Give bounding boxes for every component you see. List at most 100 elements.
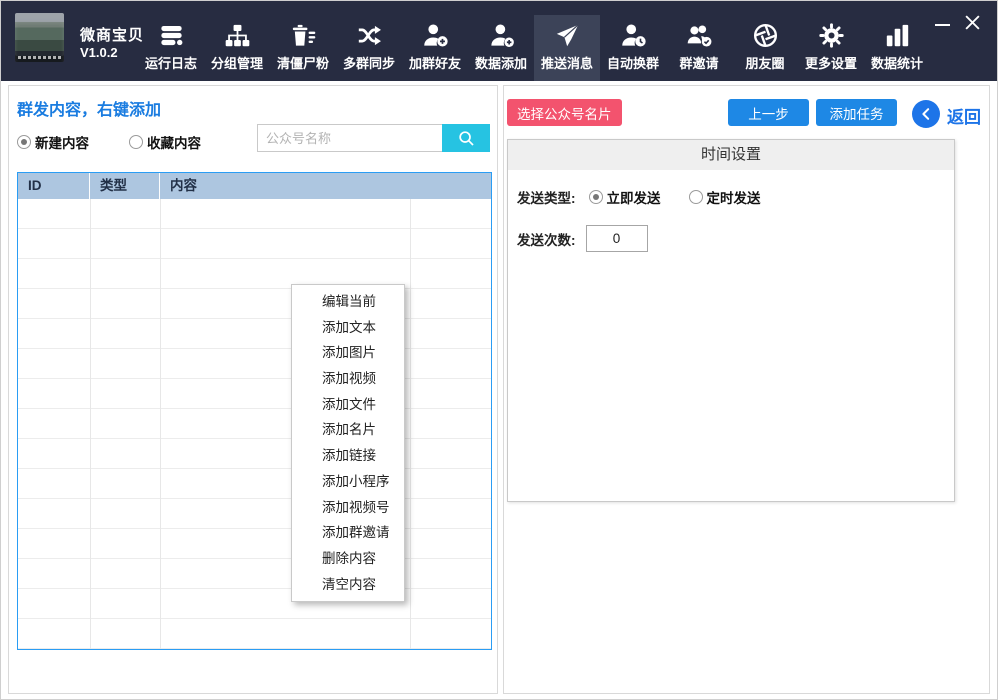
nav-item-add-group-friends[interactable]: 加群好友	[402, 15, 468, 81]
people-check-icon	[686, 22, 713, 49]
radio-send-immediately[interactable]: 立即发送	[589, 187, 661, 207]
app-version: V1.0.2	[80, 45, 118, 60]
table-row	[18, 619, 491, 649]
send-type-row: 发送类型: 立即发送 定时发送	[517, 187, 761, 207]
send-count-label: 发送次数:	[517, 229, 576, 249]
menu-item-add-channels[interactable]: 添加视频号	[292, 495, 404, 521]
menu-item-add-card[interactable]: 添加名片	[292, 417, 404, 443]
nav-label: 推送消息	[541, 53, 593, 72]
radio-icon	[589, 190, 603, 204]
column-divider	[90, 199, 91, 649]
sitemap-icon	[224, 22, 251, 49]
send-count-row: 发送次数:	[517, 225, 648, 252]
nav-label: 加群好友	[409, 53, 461, 72]
table-row	[18, 379, 491, 409]
table-row	[18, 259, 491, 289]
window-controls	[927, 9, 987, 35]
menu-item-add-text[interactable]: 添加文本	[292, 315, 404, 341]
gear-icon	[818, 22, 845, 49]
column-header-content: 内容	[160, 173, 491, 199]
table-row	[18, 469, 491, 499]
nav-item-data-add[interactable]: 数据添加	[468, 15, 534, 81]
table-row	[18, 559, 491, 589]
column-header-id: ID	[18, 173, 90, 199]
column-divider	[410, 199, 411, 649]
table-row	[18, 199, 491, 229]
nav-label: 运行日志	[145, 53, 197, 72]
select-official-account-card-button[interactable]: 选择公众号名片	[507, 99, 622, 126]
nav-item-data-stats[interactable]: 数据统计	[864, 15, 930, 81]
content-table[interactable]: ID 类型 内容	[17, 172, 492, 650]
menu-item-add-group-invite[interactable]: 添加群邀请	[292, 520, 404, 546]
nav-item-group-manage[interactable]: 分组管理	[204, 15, 270, 81]
nav-item-multi-sync[interactable]: 多群同步	[336, 15, 402, 81]
paper-plane-icon	[554, 22, 581, 49]
close-icon	[964, 14, 981, 31]
nav-label: 自动换群	[607, 53, 659, 72]
radio-label: 立即发送	[607, 187, 661, 207]
menu-item-add-miniprogram[interactable]: 添加小程序	[292, 469, 404, 495]
context-menu: 编辑当前 添加文本 添加图片 添加视频 添加文件 添加名片 添加链接 添加小程序…	[291, 284, 405, 602]
table-row	[18, 439, 491, 469]
back-label[interactable]: 返回	[947, 103, 981, 128]
time-settings-panel: 时间设置 发送类型: 立即发送 定时发送 发送次数:	[507, 139, 955, 502]
nav-item-push-message[interactable]: 推送消息	[534, 15, 600, 81]
table-row	[18, 289, 491, 319]
table-row	[18, 409, 491, 439]
panel-title: 群发内容，右键添加	[17, 96, 161, 120]
menu-item-edit-current[interactable]: 编辑当前	[292, 289, 404, 315]
send-count-input[interactable]	[586, 225, 648, 252]
nav-item-moments[interactable]: 朋友圈	[732, 15, 798, 81]
radio-favorite-content[interactable]: 收藏内容	[129, 132, 201, 152]
log-icon	[158, 22, 185, 49]
person-add-icon	[422, 22, 449, 49]
table-body	[18, 199, 491, 649]
person-add-icon	[488, 22, 515, 49]
menu-item-clear-content[interactable]: 清空内容	[292, 572, 404, 598]
radio-label: 新建内容	[35, 132, 89, 152]
app-logo	[15, 13, 64, 62]
time-settings-title: 时间设置	[508, 140, 954, 170]
menu-item-add-image[interactable]: 添加图片	[292, 340, 404, 366]
app-title: 微商宝贝	[80, 24, 144, 45]
add-task-button[interactable]: 添加任务	[816, 99, 897, 126]
nav-item-auto-switch-group[interactable]: 自动换群	[600, 15, 666, 81]
task-settings-panel: 选择公众号名片 上一步 添加任务 返回 时间设置 发送类型: 立即发送 定时发送…	[503, 85, 990, 694]
content-source-radios: 新建内容 收藏内容	[17, 132, 201, 152]
table-row	[18, 529, 491, 559]
close-button[interactable]	[957, 9, 987, 35]
person-clock-icon	[620, 22, 647, 49]
titlebar: 微商宝贝 V1.0.2 运行日志 分组管理 清僵尸粉	[1, 1, 997, 81]
table-row	[18, 349, 491, 379]
table-row	[18, 319, 491, 349]
nav-label: 多群同步	[343, 53, 395, 72]
radio-send-scheduled[interactable]: 定时发送	[689, 187, 761, 207]
main-nav: 运行日志 分组管理 清僵尸粉 多群同步	[138, 15, 930, 81]
menu-item-add-link[interactable]: 添加链接	[292, 443, 404, 469]
app-window: 微商宝贝 V1.0.2 运行日志 分组管理 清僵尸粉	[0, 0, 998, 700]
minimize-icon	[935, 24, 950, 26]
minimize-button[interactable]	[927, 9, 957, 35]
nav-item-group-invite[interactable]: 群邀请	[666, 15, 732, 81]
nav-item-run-log[interactable]: 运行日志	[138, 15, 204, 81]
nav-label: 数据添加	[475, 53, 527, 72]
previous-step-button[interactable]: 上一步	[728, 99, 809, 126]
search-button[interactable]	[442, 124, 490, 152]
table-header: ID 类型 内容	[18, 173, 491, 199]
nav-item-more-settings[interactable]: 更多设置	[798, 15, 864, 81]
menu-item-add-file[interactable]: 添加文件	[292, 392, 404, 418]
nav-item-clean-zombie[interactable]: 清僵尸粉	[270, 15, 336, 81]
menu-item-delete-content[interactable]: 删除内容	[292, 546, 404, 572]
radio-new-content[interactable]: 新建内容	[17, 132, 89, 152]
search-input[interactable]	[257, 124, 442, 152]
trash-icon	[290, 22, 317, 49]
radio-icon	[129, 135, 143, 149]
radio-label: 定时发送	[707, 187, 761, 207]
nav-label: 群邀请	[679, 53, 718, 72]
column-header-type: 类型	[90, 173, 160, 199]
radio-icon	[689, 190, 703, 204]
broadcast-content-panel: 群发内容，右键添加 新建内容 收藏内容 ID 类型 内容	[8, 85, 498, 694]
menu-item-add-video[interactable]: 添加视频	[292, 366, 404, 392]
back-button[interactable]	[912, 100, 940, 128]
nav-label: 分组管理	[211, 53, 263, 72]
